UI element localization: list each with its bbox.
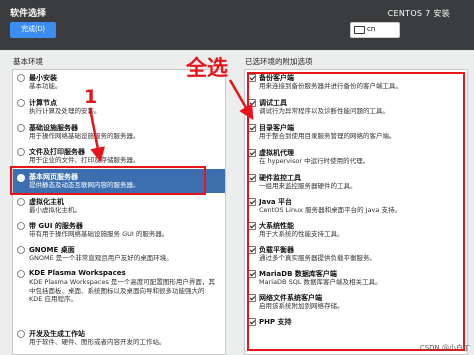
header-bar: 软件选择 完成(D) CENTOS 7 安装 cn — [0, 0, 474, 50]
arrow-to-base-web-server — [88, 107, 106, 163]
keyboard-layout-indicator[interactable]: cn — [350, 22, 400, 38]
done-button[interactable]: 完成(D) — [10, 22, 56, 38]
product-title: CENTOS 7 安装 — [387, 9, 450, 18]
content-area: 基本环境 已选环境的附加选项 最小安装 基本功能。 计算节点 执行计算及处理的安… — [0, 50, 474, 355]
annotation-arrows — [88, 79, 254, 163]
arrow-to-addons — [228, 79, 254, 121]
keyboard-icon — [354, 26, 365, 34]
keyboard-layout-label: cn — [367, 25, 376, 33]
page-title: 软件选择 — [10, 9, 47, 19]
watermark: CSDN @小白丁 — [419, 344, 470, 352]
